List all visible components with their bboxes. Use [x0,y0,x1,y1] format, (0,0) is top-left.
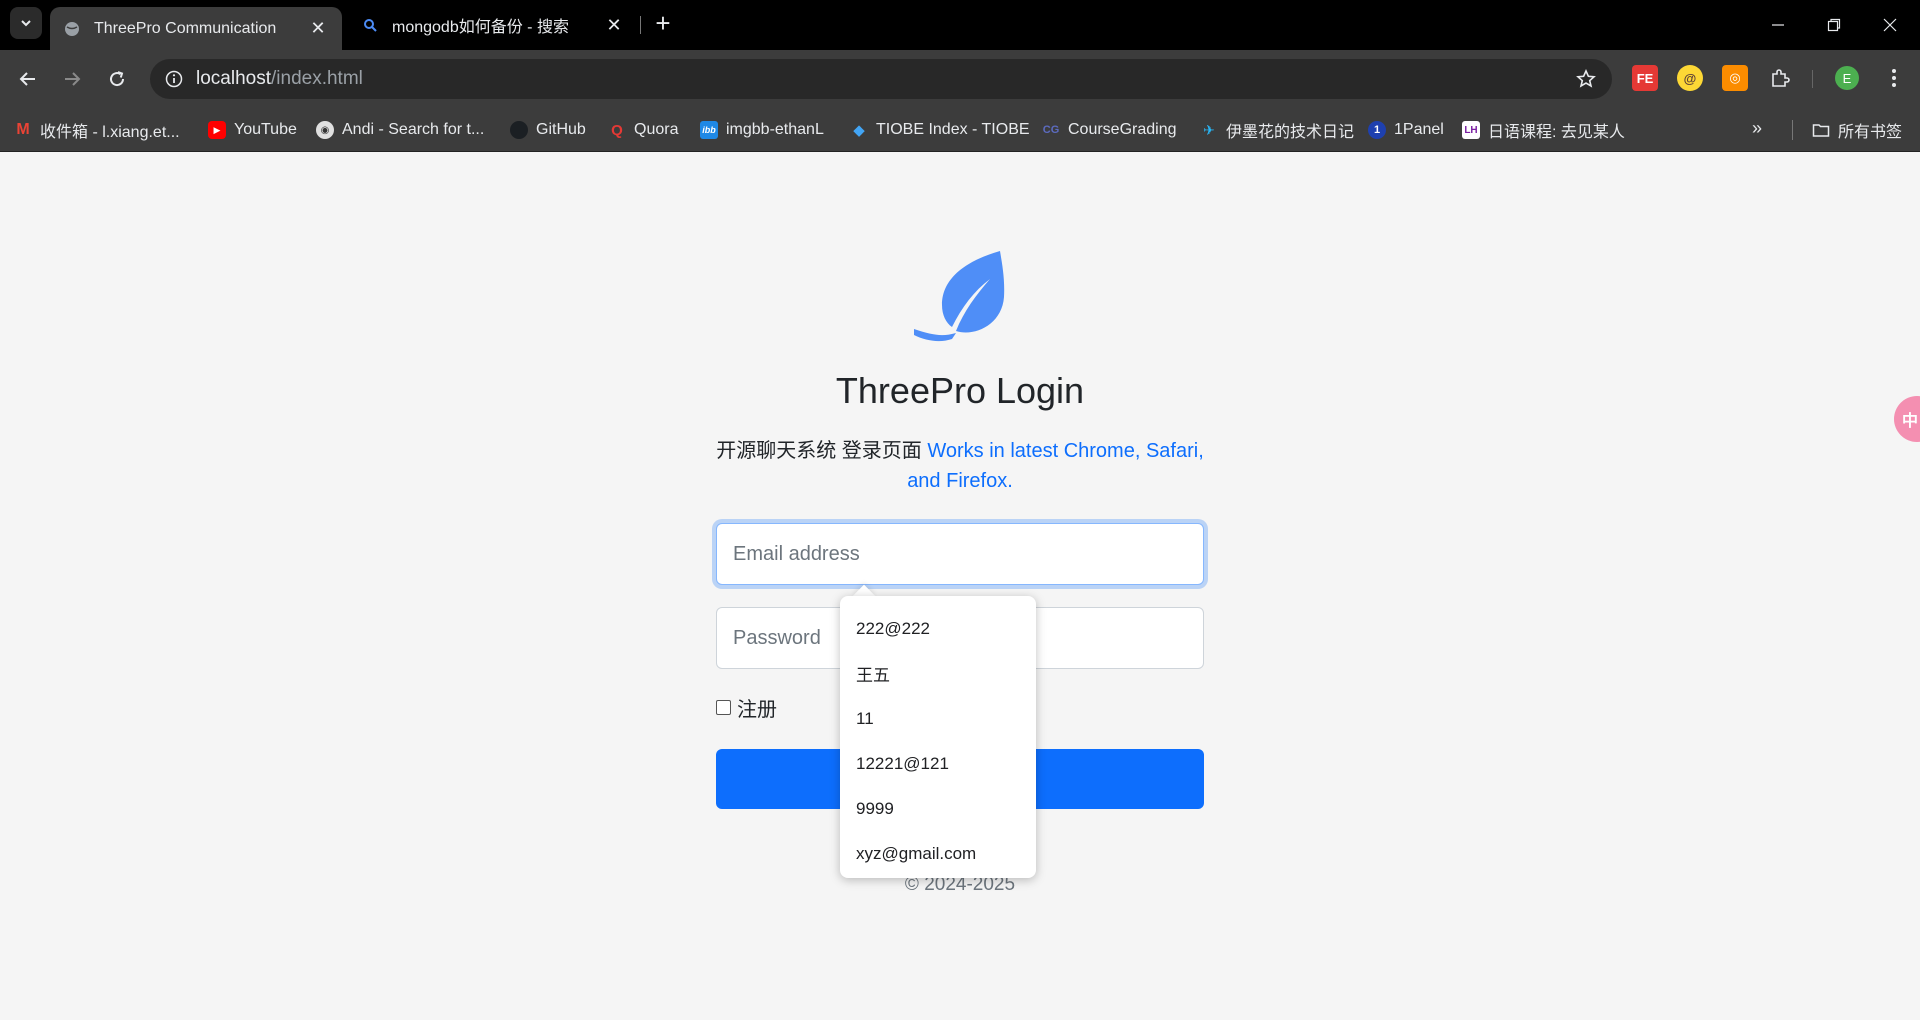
url-text: localhost/index.html [196,68,363,90]
browser-support-link[interactable]: Works in latest Chrome, Safari, and Fire… [907,440,1204,492]
puzzle-icon[interactable] [1767,65,1793,91]
restore-icon [1827,18,1841,32]
register-checkbox-row[interactable]: 注册 [716,693,777,722]
1panel-icon: 1 [1368,121,1386,139]
translate-widget[interactable]: 中 [1894,396,1920,442]
coursegrading-icon: CG [1042,121,1060,139]
gmail-icon: M [14,121,32,139]
url-path: /index.html [271,68,363,89]
forward-button[interactable] [56,63,88,95]
all-bookmarks-folder[interactable]: 所有书签 [1812,108,1902,152]
youtube-icon: ▶ [208,121,226,139]
bookmark-imgbb[interactable]: ibb imgbb-ethanL [700,108,824,152]
imgbb-icon: ibb [700,121,718,139]
autocomplete-dropdown: 222@222 王五 11 12221@121 9999 xyz@gmail.c… [840,596,1036,878]
autocomplete-item[interactable]: 222@222 [840,606,1036,651]
andi-icon: ◉ [316,121,334,139]
autocomplete-item[interactable]: 11 [840,696,1036,741]
close-window-button[interactable] [1862,0,1918,50]
bookmark-andi[interactable]: ◉ Andi - Search for t... [316,108,484,152]
bookmark-gmail[interactable]: M 收件箱 - l.xiang.et... [14,108,180,152]
search-icon [362,17,378,33]
page-title: ThreePro Login [835,370,1085,411]
leaf-logo-icon [914,251,1005,342]
lh-icon: LH [1462,121,1480,139]
chevron-down-icon [21,20,31,27]
quora-icon: Q [608,121,626,139]
arrow-left-icon [19,72,35,86]
bookmarks-bar: M 收件箱 - l.xiang.et... ▶ YouTube ◉ Andi - Se… [0,108,1920,152]
toolbar-separator [1812,70,1813,88]
bookmark-tech-blog[interactable]: ✈ 伊墨花的技术日记 [1200,108,1354,152]
tab-title: ThreePro Communication [94,19,277,37]
tiobe-icon: ◆ [850,121,868,139]
chevron-double-right-icon[interactable]: » [1752,118,1762,139]
bookmarks-separator [1792,120,1793,140]
autocomplete-item[interactable]: 王五 [840,651,1036,696]
bookmark-github[interactable]: GitHub [510,108,586,152]
bookmark-star-icon[interactable] [1574,67,1598,91]
autocomplete-item[interactable]: xyz@gmail.com [840,831,1036,876]
more-menu-icon[interactable] [1882,66,1906,90]
bookmark-japanese-course[interactable]: LH 日语课程: 去见某人 [1462,108,1625,152]
minimize-icon [1772,24,1784,26]
register-checkbox[interactable] [716,700,731,715]
close-icon[interactable]: ✕ [308,18,328,39]
reload-icon [110,71,125,87]
register-label: 注册 [737,699,777,721]
subtitle-text: 开源聊天系统 登录页面 [716,440,928,462]
tab-search-button[interactable] [10,7,42,39]
bookmark-tiobe[interactable]: ◆ TIOBE Index - TIOBE [850,108,1030,152]
password-placeholder: Password [733,626,821,649]
globe-icon [64,21,80,37]
folder-icon [1812,121,1830,139]
back-button[interactable] [12,63,44,95]
address-bar[interactable]: localhost/index.html [150,59,1612,99]
email-input[interactable]: Email address [716,523,1204,585]
tab-separator [640,16,641,34]
page-content: ThreePro Login 开源聊天系统 登录页面 Works in late… [0,152,1920,1020]
site-info-icon[interactable] [160,65,188,93]
email-placeholder: Email address [733,542,860,565]
fe-helper-extension-icon[interactable]: FE [1632,65,1658,91]
bookmark-quora[interactable]: Q Quora [608,108,678,152]
url-host: localhost [196,68,271,89]
tab-mongodb-search[interactable]: mongodb如何备份 - 搜索 ✕ [348,7,638,43]
bookmark-1panel[interactable]: 1 1Panel [1368,108,1444,152]
autocomplete-item[interactable]: 12221@121 [840,741,1036,786]
bookmark-youtube[interactable]: ▶ YouTube [208,108,297,152]
orange-extension-icon[interactable]: ◎ [1722,65,1748,91]
tab-threepro[interactable]: ThreePro Communication ✕ [50,7,342,50]
github-icon [510,121,528,139]
reload-button[interactable] [101,63,133,95]
restore-button[interactable] [1806,0,1862,50]
page-subtitle: 开源聊天系统 登录页面 Works in latest Chrome, Safa… [700,436,1220,496]
autocomplete-item[interactable]: 9999 [840,786,1036,831]
blog-icon: ✈ [1200,121,1218,139]
new-tab-button[interactable]: + [650,9,676,39]
profile-avatar[interactable]: E [1835,66,1859,90]
minimize-button[interactable] [1750,0,1806,50]
at-extension-icon[interactable]: @ [1677,65,1703,91]
close-icon [1883,18,1897,32]
tab-title: mongodb如何备份 - 搜索 [392,19,569,36]
tab-strip: ThreePro Communication ✕ mongodb如何备份 - 搜… [0,0,1920,50]
browser-toolbar: localhost/index.html FE @ ◎ E [0,50,1920,108]
close-icon[interactable]: ✕ [604,15,624,35]
bookmark-coursegrading[interactable]: CG CourseGrading [1042,108,1177,152]
arrow-right-icon [65,72,81,86]
